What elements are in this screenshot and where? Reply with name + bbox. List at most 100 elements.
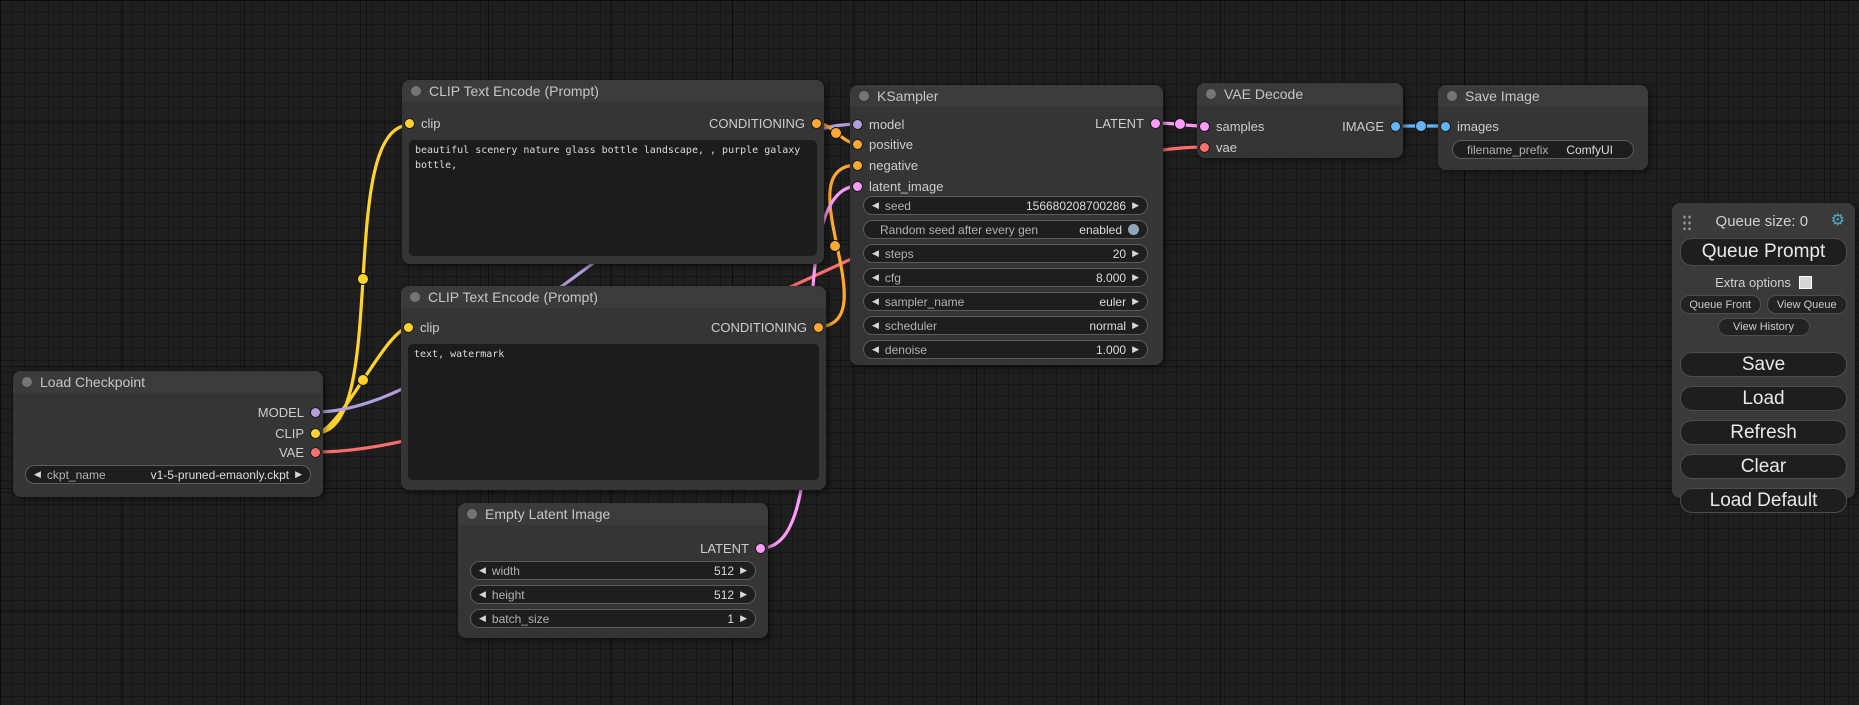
increment-arrow-icon[interactable]: ▶ — [740, 590, 747, 599]
conditioning-output-dot[interactable] — [812, 119, 821, 128]
vae-output-dot[interactable] — [311, 448, 320, 457]
sampler-name-widget[interactable]: ◀ sampler_name euler ▶ — [863, 292, 1148, 311]
model-output-dot[interactable] — [311, 408, 320, 417]
steps-widget[interactable]: ◀ steps 20 ▶ — [863, 244, 1148, 263]
clip-input-dot[interactable] — [405, 119, 414, 128]
collapse-dot-icon[interactable] — [859, 91, 869, 101]
increment-arrow-icon[interactable]: ▶ — [1132, 201, 1139, 210]
prompt-textarea-negative[interactable]: text, watermark — [408, 344, 819, 480]
seed-widget[interactable]: ◀ seed 156680208700286 ▶ — [863, 196, 1148, 215]
increment-arrow-icon[interactable]: ▶ — [1132, 273, 1139, 282]
conditioning-output-dot[interactable] — [814, 323, 823, 332]
model-output-slot: MODEL — [258, 403, 320, 421]
decrement-arrow-icon[interactable]: ◀ — [872, 201, 879, 210]
ckpt-name-widget[interactable]: ◀ ckpt_name v1-5-pruned-emaonly.ckpt ▶ — [25, 465, 311, 484]
queue-size-label: Queue size: 0 — [1693, 213, 1831, 230]
slot-label: clip — [420, 320, 440, 335]
samples-input-dot[interactable] — [1200, 122, 1209, 131]
extra-options-checkbox[interactable] — [1799, 276, 1812, 289]
decrement-arrow-icon[interactable]: ◀ — [479, 614, 486, 623]
negative-input-dot[interactable] — [853, 161, 862, 170]
collapse-dot-icon[interactable] — [467, 509, 477, 519]
slot-label: vae — [1216, 140, 1237, 155]
positive-input-dot[interactable] — [853, 140, 862, 149]
clip-input-dot[interactable] — [404, 323, 413, 332]
filename-prefix-widget[interactable]: filename_prefix ComfyUI — [1452, 140, 1634, 159]
queue-prompt-button[interactable]: Queue Prompt — [1680, 238, 1847, 266]
latent-output-slot: LATENT — [1095, 114, 1160, 132]
images-input-dot[interactable] — [1441, 122, 1450, 131]
slot-label: LATENT — [1095, 116, 1144, 131]
decrement-arrow-icon[interactable]: ◀ — [479, 590, 486, 599]
vae-input-slot: vae — [1200, 138, 1237, 156]
increment-arrow-icon[interactable]: ▶ — [295, 470, 302, 479]
load-default-button[interactable]: Load Default — [1680, 488, 1847, 513]
node-title-bar[interactable]: Save Image — [1438, 85, 1648, 107]
batch-size-widget[interactable]: ◀ batch_size 1 ▶ — [470, 609, 756, 628]
increment-arrow-icon[interactable]: ▶ — [740, 566, 747, 575]
decrement-arrow-icon[interactable]: ◀ — [872, 345, 879, 354]
node-load-checkpoint[interactable]: Load Checkpoint MODEL CLIP VAE ◀ ckpt_na… — [13, 371, 323, 497]
load-button[interactable]: Load — [1680, 386, 1847, 411]
refresh-button[interactable]: Refresh — [1680, 420, 1847, 445]
slot-label: clip — [421, 116, 441, 131]
cfg-widget[interactable]: ◀ cfg 8.000 ▶ — [863, 268, 1148, 287]
prompt-textarea-positive[interactable]: beautiful scenery nature glass bottle la… — [409, 140, 817, 256]
node-title-bar[interactable]: Load Checkpoint — [13, 371, 323, 393]
width-widget[interactable]: ◀ width 512 ▶ — [470, 561, 756, 580]
decrement-arrow-icon[interactable]: ◀ — [479, 566, 486, 575]
collapse-dot-icon[interactable] — [411, 86, 421, 96]
save-button[interactable]: Save — [1680, 352, 1847, 377]
node-title-bar[interactable]: KSampler — [850, 85, 1163, 107]
link-midpoint-dot — [831, 128, 842, 139]
latent-output-dot[interactable] — [1151, 119, 1160, 128]
increment-arrow-icon[interactable]: ▶ — [1132, 345, 1139, 354]
vae-input-dot[interactable] — [1200, 143, 1209, 152]
decrement-arrow-icon[interactable]: ◀ — [872, 273, 879, 282]
decrement-arrow-icon[interactable]: ◀ — [34, 470, 41, 479]
latent-output-dot[interactable] — [756, 544, 765, 553]
increment-arrow-icon[interactable]: ▶ — [1132, 321, 1139, 330]
node-title-bar[interactable]: VAE Decode — [1197, 83, 1403, 105]
slot-label: CONDITIONING — [709, 116, 805, 131]
queue-front-button[interactable]: Queue Front — [1680, 295, 1761, 314]
node-clip-text-encode-positive[interactable]: CLIP Text Encode (Prompt) clip CONDITION… — [402, 80, 824, 264]
image-output-dot[interactable] — [1391, 122, 1400, 131]
view-queue-button[interactable]: View Queue — [1767, 295, 1848, 314]
node-title: Empty Latent Image — [485, 506, 610, 522]
node-title-bar[interactable]: CLIP Text Encode (Prompt) — [402, 80, 824, 102]
increment-arrow-icon[interactable]: ▶ — [1132, 249, 1139, 258]
settings-gear-icon[interactable]: ⚙ — [1831, 213, 1845, 229]
images-input-slot: images — [1441, 117, 1499, 135]
collapse-dot-icon[interactable] — [1206, 89, 1216, 99]
node-vae-decode[interactable]: VAE Decode samples vae IMAGE — [1197, 83, 1403, 158]
node-ksampler[interactable]: KSampler model positive negative latent_… — [850, 85, 1163, 365]
collapse-dot-icon[interactable] — [410, 292, 420, 302]
slot-label: CONDITIONING — [711, 320, 807, 335]
decrement-arrow-icon[interactable]: ◀ — [872, 297, 879, 306]
increment-arrow-icon[interactable]: ▶ — [1132, 297, 1139, 306]
drag-handle-icon[interactable] — [1682, 213, 1693, 230]
random-seed-toggle-icon[interactable] — [1128, 224, 1139, 235]
scheduler-widget[interactable]: ◀ scheduler normal ▶ — [863, 316, 1148, 335]
collapse-dot-icon[interactable] — [1447, 91, 1457, 101]
node-empty-latent-image[interactable]: Empty Latent Image LATENT ◀ width 512 ▶ … — [458, 503, 768, 638]
decrement-arrow-icon[interactable]: ◀ — [872, 321, 879, 330]
node-save-image[interactable]: Save Image images filename_prefix ComfyU… — [1438, 85, 1648, 170]
latent-image-input-dot[interactable] — [853, 182, 862, 191]
collapse-dot-icon[interactable] — [22, 377, 32, 387]
denoise-widget[interactable]: ◀ denoise 1.000 ▶ — [863, 340, 1148, 359]
node-title-bar[interactable]: Empty Latent Image — [458, 503, 768, 525]
node-clip-text-encode-negative[interactable]: CLIP Text Encode (Prompt) clip CONDITION… — [401, 286, 826, 490]
random-seed-widget[interactable]: Random seed after every gen enabled — [863, 220, 1148, 239]
height-widget[interactable]: ◀ height 512 ▶ — [470, 585, 756, 604]
node-title-bar[interactable]: CLIP Text Encode (Prompt) — [401, 286, 826, 308]
queue-menu-panel[interactable]: Queue size: 0 ⚙ Queue Prompt Extra optio… — [1672, 203, 1855, 498]
increment-arrow-icon[interactable]: ▶ — [740, 614, 747, 623]
model-input-dot[interactable] — [853, 120, 862, 129]
view-history-button[interactable]: View History — [1718, 318, 1810, 336]
clear-button[interactable]: Clear — [1680, 454, 1847, 479]
node-graph-canvas[interactable]: Load Checkpoint MODEL CLIP VAE ◀ ckpt_na… — [0, 0, 1859, 705]
decrement-arrow-icon[interactable]: ◀ — [872, 249, 879, 258]
clip-output-dot[interactable] — [311, 429, 320, 438]
